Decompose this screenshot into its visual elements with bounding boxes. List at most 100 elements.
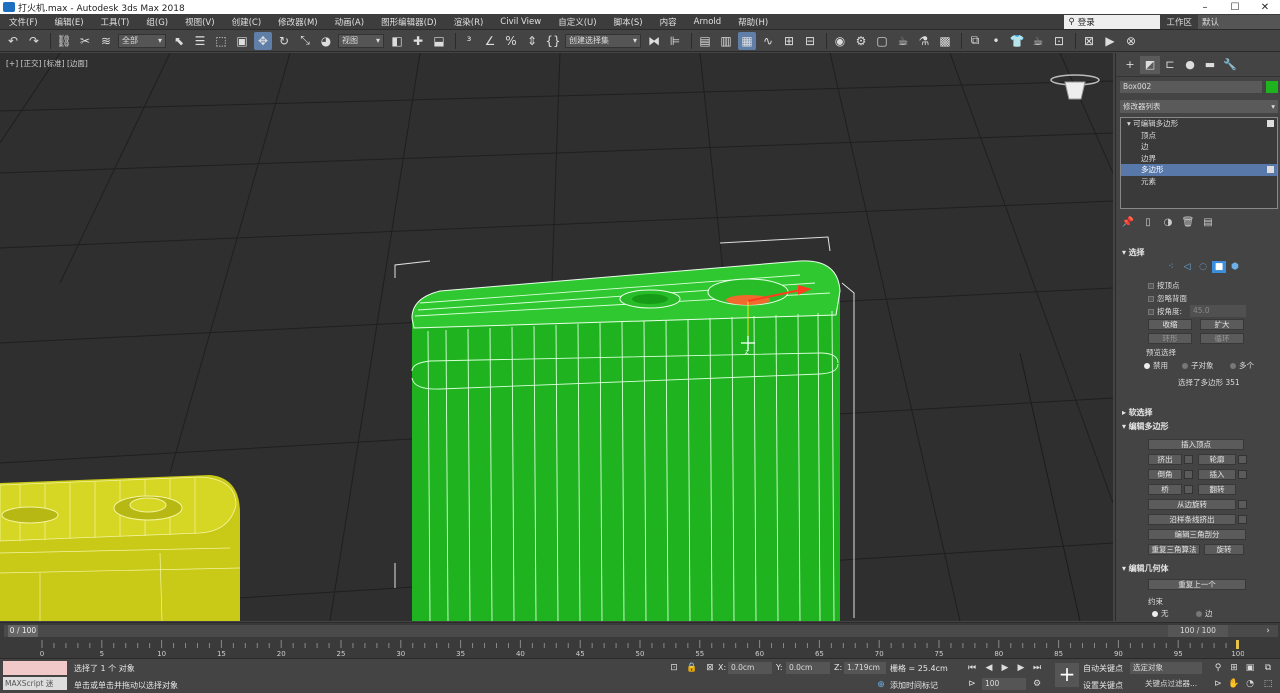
set-key-icon[interactable]: + bbox=[1055, 663, 1079, 687]
selection-filter-dropdown[interactable]: 全部 bbox=[118, 33, 166, 48]
ring-button[interactable]: 环形 bbox=[1148, 333, 1192, 344]
border-mode-icon[interactable]: ◌ bbox=[1196, 261, 1210, 273]
link-icon[interactable]: ⛓ bbox=[55, 32, 73, 50]
zoom-extents-all-icon[interactable]: ⧉ bbox=[1262, 662, 1274, 674]
flip-button[interactable]: 翻转 bbox=[1198, 484, 1236, 495]
inset-settings-icon[interactable] bbox=[1238, 470, 1247, 479]
y-coord-field[interactable]: 0.0cm bbox=[786, 662, 830, 674]
move-icon[interactable]: ✥ bbox=[254, 31, 272, 50]
snap-icon[interactable]: ³ bbox=[460, 32, 478, 50]
stack-item-polygon[interactable]: 多边形 bbox=[1121, 164, 1277, 176]
arnold-render-icon[interactable]: ⊠ bbox=[1080, 32, 1098, 50]
zoom-extents-icon[interactable]: ▣ bbox=[1244, 662, 1256, 674]
maxscript-listener[interactable]: MAXScript 迷 bbox=[3, 677, 67, 690]
select-icon[interactable]: ⬉ bbox=[170, 32, 188, 50]
menu-arnold[interactable]: Arnold bbox=[685, 17, 730, 27]
viewport-label[interactable]: [+] [正交] [标准] [边面] bbox=[6, 58, 88, 69]
perspective-viewport[interactable]: z [+] [正交] [标准] [边面] bbox=[0, 53, 1113, 621]
angle-spinner[interactable]: 45.0 bbox=[1190, 305, 1246, 317]
play-icon[interactable]: ▶ bbox=[999, 662, 1011, 674]
auto-key-button[interactable]: 自动关键点 bbox=[1083, 663, 1123, 674]
menu-views[interactable]: 视图(V) bbox=[176, 16, 222, 28]
repeat-last-button[interactable]: 重复上一个 bbox=[1148, 579, 1246, 590]
curve-editor-icon[interactable]: ∿ bbox=[759, 32, 777, 50]
ignore-backfacing-checkbox[interactable]: 忽略背面 bbox=[1148, 293, 1187, 304]
element-mode-icon[interactable]: ⬢ bbox=[1228, 261, 1242, 273]
time-slider-thumb[interactable]: 0 / 100 bbox=[8, 625, 38, 637]
schematic-icon[interactable]: ⊞ bbox=[780, 32, 798, 50]
menu-file[interactable]: 文件(F) bbox=[0, 16, 46, 28]
by-vertex-checkbox[interactable]: 按顶点 bbox=[1148, 280, 1180, 291]
preview-multi-radio[interactable]: 多个 bbox=[1230, 360, 1254, 371]
current-frame-field[interactable]: 100 bbox=[982, 678, 1026, 690]
pin-stack-icon[interactable]: 📌 bbox=[1120, 215, 1136, 229]
layers-icon[interactable]: ▤ bbox=[696, 32, 714, 50]
stack-toggle[interactable] bbox=[1267, 166, 1274, 173]
edit-polygons-title[interactable]: 编辑多边形 bbox=[1120, 421, 1278, 433]
stack-item-border[interactable]: 边界 bbox=[1121, 153, 1277, 165]
pan-icon[interactable]: ✋ bbox=[1228, 678, 1240, 690]
arnold-play-icon[interactable]: ▶ bbox=[1101, 32, 1119, 50]
next-frame-icon[interactable]: ▶ bbox=[1015, 662, 1027, 674]
stack-toggle[interactable] bbox=[1267, 120, 1274, 127]
workspace-dropdown[interactable]: 默认 bbox=[1198, 15, 1280, 29]
vertex-mode-icon[interactable]: ⁖ bbox=[1164, 261, 1178, 273]
mirror-icon[interactable]: ⧓ bbox=[645, 32, 663, 50]
outline-button[interactable]: 轮廓 bbox=[1198, 454, 1236, 465]
grow-button[interactable]: 扩大 bbox=[1200, 319, 1244, 330]
turn-button[interactable]: 旋转 bbox=[1204, 544, 1244, 555]
menu-tools[interactable]: 工具(T) bbox=[92, 16, 138, 28]
extrude-button[interactable]: 挤出 bbox=[1148, 454, 1182, 465]
dope-sheet-icon[interactable]: ⊟ bbox=[801, 32, 819, 50]
polygon-mode-icon[interactable]: ■ bbox=[1212, 261, 1226, 273]
minimize-button[interactable]: – bbox=[1190, 0, 1220, 14]
render-online-icon[interactable]: ▩ bbox=[936, 32, 954, 50]
spinner-snap-icon[interactable]: ⇕ bbox=[523, 32, 541, 50]
percent-snap-icon[interactable]: % bbox=[502, 32, 520, 50]
extrude-along-spline-button[interactable]: 沿样条线挤出 bbox=[1148, 514, 1236, 525]
key-mode-icon[interactable]: ⊳ bbox=[966, 678, 978, 690]
lock-selection-icon[interactable]: 🔒 bbox=[686, 662, 698, 674]
scene-explorer-icon[interactable]: ▥ bbox=[717, 32, 735, 50]
stack-item-editable-poly[interactable]: ▾ 可编辑多边形 bbox=[1121, 118, 1277, 130]
select-by-name-icon[interactable]: ☰ bbox=[191, 32, 209, 50]
menu-edit[interactable]: 编辑(E) bbox=[46, 16, 92, 28]
menu-customize[interactable]: 自定义(U) bbox=[549, 16, 604, 28]
zoom-all-icon[interactable]: ⊞ bbox=[1228, 662, 1240, 674]
material-editor-icon[interactable]: ◉ bbox=[831, 32, 849, 50]
display-tab-icon[interactable]: ▬ bbox=[1200, 56, 1220, 74]
maximize-viewport-icon[interactable]: ⬚ bbox=[1262, 678, 1274, 690]
z-coord-field[interactable]: 1.719cm bbox=[844, 662, 886, 674]
x-coord-field[interactable]: 0.0cm bbox=[728, 662, 772, 674]
loop-button[interactable]: 循环 bbox=[1200, 333, 1244, 344]
angle-snap-icon[interactable]: ∠ bbox=[481, 32, 499, 50]
asset-icon[interactable]: ⊡ bbox=[1050, 32, 1068, 50]
soft-selection-title[interactable]: 软选择 bbox=[1120, 407, 1278, 419]
keyboard-icon[interactable]: ⬓ bbox=[430, 32, 448, 50]
bevel-settings-icon[interactable] bbox=[1184, 470, 1193, 479]
place-icon[interactable]: ◕ bbox=[317, 32, 335, 50]
constraint-edge-radio[interactable]: 边 bbox=[1196, 608, 1213, 619]
edit-triangulation-button[interactable]: 编辑三角剖分 bbox=[1148, 529, 1246, 540]
utilities-tab-icon[interactable]: 🔧 bbox=[1220, 56, 1240, 74]
ribbon-icon[interactable]: ▦ bbox=[738, 31, 756, 50]
object-color-swatch[interactable] bbox=[1266, 81, 1278, 93]
menu-create[interactable]: 创建(C) bbox=[223, 16, 270, 28]
manipulate-icon[interactable]: ✚ bbox=[409, 32, 427, 50]
create-tab-icon[interactable]: + bbox=[1120, 56, 1140, 74]
stack-item-edge[interactable]: 边 bbox=[1121, 141, 1277, 153]
edit-geometry-title[interactable]: 编辑几何体 bbox=[1120, 563, 1278, 575]
render-setup-icon[interactable]: ⚙ bbox=[852, 32, 870, 50]
unlink-icon[interactable]: ✂ bbox=[76, 32, 94, 50]
fov-icon[interactable]: ⊳ bbox=[1212, 678, 1224, 690]
window-crossing-icon[interactable]: ▣ bbox=[233, 32, 251, 50]
retriangulate-button[interactable]: 重复三角算法 bbox=[1148, 544, 1200, 555]
key-filters-button[interactable]: 关键点过滤器... bbox=[1142, 678, 1204, 690]
named-selection-dropdown[interactable]: 创建选择集 bbox=[565, 33, 641, 48]
pivot-icon[interactable]: ◧ bbox=[388, 32, 406, 50]
make-unique-icon[interactable]: ◑ bbox=[1160, 215, 1176, 229]
add-time-tag[interactable]: 添加时间标记 bbox=[890, 680, 938, 691]
outline-settings-icon[interactable] bbox=[1238, 455, 1247, 464]
stack-item-vertex[interactable]: 顶点 bbox=[1121, 130, 1277, 142]
key-selection-dropdown[interactable]: 选定对象 bbox=[1130, 662, 1202, 674]
